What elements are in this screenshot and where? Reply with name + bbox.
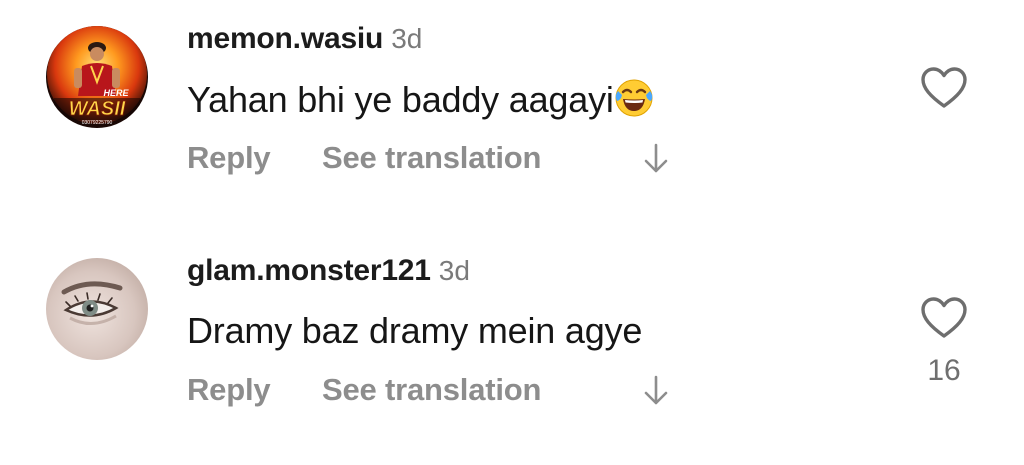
comment-item: HERE WASII 03079225790 memon.wasiu 3d Yah… <box>0 14 1024 214</box>
timestamp: 3d <box>438 255 470 286</box>
avatar-image <box>46 258 148 360</box>
see-translation-button[interactable]: See translation <box>322 140 541 176</box>
avatar-image: HERE WASII 03079225790 <box>46 26 148 128</box>
avatar-tag: HERE <box>103 88 129 98</box>
comments-list: HERE WASII 03079225790 memon.wasiu 3d Yah… <box>0 0 1024 465</box>
comment-text: Dramy baz dramy mein agye <box>187 310 643 351</box>
comment-item: glam.monster121 3d Dramy baz dramy mein a… <box>0 246 1024 446</box>
reply-button[interactable]: Reply <box>187 372 271 408</box>
comment-header: glam.monster121 3d <box>187 254 470 294</box>
comment-text: Yahan bhi ye baddy aagayi <box>187 79 614 120</box>
username[interactable]: glam.monster121 <box>187 254 431 287</box>
reply-button[interactable]: Reply <box>187 140 271 176</box>
heart-outline-icon <box>921 67 967 108</box>
timestamp: 3d <box>391 23 423 54</box>
avatar-name-text: WASII <box>69 98 126 120</box>
like-button[interactable] <box>920 296 968 340</box>
arrow-down-icon[interactable] <box>642 142 670 176</box>
username[interactable]: memon.wasiu <box>187 22 383 55</box>
avatar[interactable] <box>46 258 148 360</box>
avatar-number: 03079225790 <box>82 120 113 126</box>
face-with-tears-of-joy-icon <box>614 78 654 118</box>
like-count: 16 <box>927 354 961 387</box>
heart-outline-icon <box>921 297 967 338</box>
comment-body: Yahan bhi ye baddy aagayi <box>187 78 654 121</box>
comment-body: Dramy baz dramy mein agye <box>187 310 642 352</box>
avatar[interactable]: HERE WASII 03079225790 <box>46 26 148 128</box>
like-button[interactable] <box>920 66 968 110</box>
comment-header: memon.wasiu 3d <box>187 22 422 62</box>
arrow-down-icon[interactable] <box>642 374 670 408</box>
see-translation-button[interactable]: See translation <box>322 372 541 408</box>
